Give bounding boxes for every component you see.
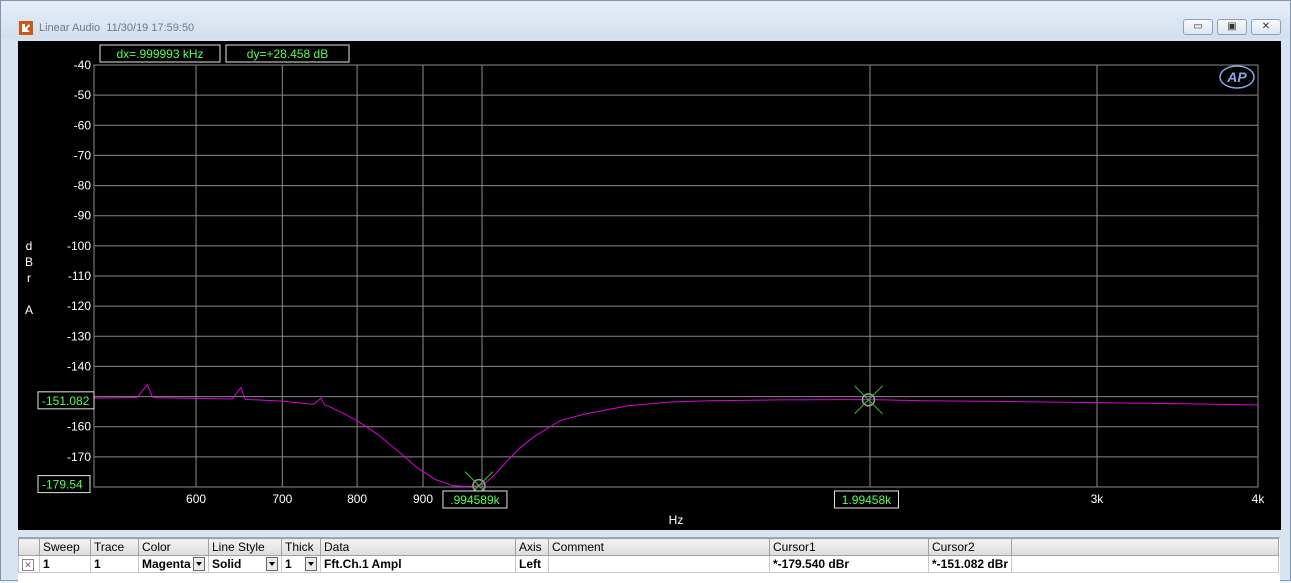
grid-lines bbox=[93, 64, 1259, 488]
cell-thick[interactable]: 1 bbox=[281, 555, 321, 573]
col-header-thick[interactable]: Thick bbox=[281, 538, 321, 556]
cursor2-y-readout: -151.082 bbox=[42, 394, 90, 408]
cell-comment[interactable] bbox=[548, 555, 770, 573]
app-logo-icon bbox=[19, 21, 33, 35]
y-tick-label: -160 bbox=[67, 420, 91, 434]
table-header-row: Sweep Trace Color Line Style Thick Data … bbox=[18, 538, 1280, 556]
ap-logo-text: AP bbox=[1226, 69, 1247, 85]
window-title: Linear Audio 11/30/19 17:59:50 bbox=[39, 22, 194, 34]
line-style-dropdown-icon[interactable] bbox=[266, 557, 278, 571]
col-header-sweep[interactable]: Sweep bbox=[39, 538, 91, 556]
x-tick-label: 800 bbox=[347, 492, 367, 506]
y-tick-label: -90 bbox=[74, 209, 92, 223]
col-header-axis[interactable]: Axis bbox=[515, 538, 549, 556]
x-tick-label: 600 bbox=[186, 492, 206, 506]
y-tick-label: -100 bbox=[67, 239, 91, 253]
trace-line bbox=[93, 383, 1259, 487]
color-dropdown-icon[interactable] bbox=[193, 557, 205, 571]
cell-cursor1[interactable]: *-179.540 dBr bbox=[769, 555, 929, 573]
trace-table-grid: Sweep Trace Color Line Style Thick Data … bbox=[18, 538, 1280, 573]
row-checkbox[interactable]: ✕ bbox=[18, 555, 40, 573]
axis-titles: Hz dBr A bbox=[25, 239, 683, 527]
dx-readout: dx=.999993 kHz bbox=[116, 47, 203, 61]
col-header-trace[interactable]: Trace bbox=[90, 538, 139, 556]
thick-dropdown-icon[interactable] bbox=[305, 557, 317, 571]
cursor2-x-readout: 1.99458k bbox=[842, 493, 892, 507]
cell-line-style-value: Solid bbox=[212, 557, 242, 571]
close-button[interactable]: ✕ bbox=[1251, 19, 1281, 35]
col-header-comment[interactable]: Comment bbox=[548, 538, 770, 556]
cursor1-y-readout: -179.54 bbox=[42, 478, 83, 492]
window-timestamp: 11/30/19 17:59:50 bbox=[106, 22, 195, 34]
y-tick-label: -110 bbox=[68, 269, 91, 283]
cell-color-value: Magenta bbox=[142, 557, 191, 571]
x-tick-label: 4k bbox=[1252, 492, 1266, 506]
col-header-line-style[interactable]: Line Style bbox=[208, 538, 282, 556]
y-tick-label: -140 bbox=[67, 359, 91, 373]
y-axis-title-char: B bbox=[25, 255, 33, 269]
cell-sweep[interactable]: 1 bbox=[39, 555, 91, 573]
y-tick-label: -120 bbox=[67, 299, 91, 313]
graph-panel[interactable]: -40 -50 -60 -70 -80 -90 -100 -110 -120 -130 -140 -1… bbox=[18, 41, 1281, 530]
y-axis-title-char: A bbox=[25, 303, 33, 317]
table-row[interactable]: ✕ 1 1 Magenta Solid 1 Fft.Ch.1 Ampl Left… bbox=[18, 555, 1280, 573]
x-tick-labels: 600 700 800 900 3k 4k bbox=[186, 492, 1265, 506]
title-bar[interactable]: Linear Audio 11/30/19 17:59:50 ▭ ▣ ✕ bbox=[1, 1, 1290, 39]
y-tick-label: -170 bbox=[67, 450, 91, 464]
minimize-button[interactable]: ▭ bbox=[1183, 19, 1213, 35]
cell-cursor2[interactable]: *-151.082 dBr bbox=[927, 555, 1013, 573]
maximize-button[interactable]: ▣ bbox=[1217, 19, 1247, 35]
y-axis-title-char: d bbox=[26, 239, 33, 253]
row-selector-header bbox=[18, 538, 40, 556]
trace-table[interactable]: Sweep Trace Color Line Style Thick Data … bbox=[18, 537, 1280, 583]
app-window: Linear Audio 11/30/19 17:59:50 ▭ ▣ ✕ -40… bbox=[0, 0, 1291, 583]
cell-axis[interactable]: Left bbox=[515, 555, 549, 573]
cell-line-style[interactable]: Solid bbox=[208, 555, 282, 573]
cell-empty bbox=[1011, 555, 1280, 573]
dy-readout: dy=+28.458 dB bbox=[247, 47, 328, 61]
y-tick-label: -60 bbox=[74, 118, 92, 132]
col-header-empty bbox=[1011, 538, 1280, 556]
cell-data[interactable]: Fft.Ch.1 Ampl bbox=[320, 555, 516, 573]
ap-logo: AP bbox=[1219, 65, 1255, 89]
col-header-data[interactable]: Data bbox=[320, 538, 516, 556]
col-header-cursor1[interactable]: Cursor1 bbox=[769, 538, 929, 556]
col-header-cursor2[interactable]: Cursor2 bbox=[927, 538, 1013, 556]
close-icon: ✕ bbox=[1261, 21, 1271, 32]
y-tick-labels: -40 -50 -60 -70 -80 -90 -100 -110 -120 -130 -140 -1… bbox=[67, 58, 91, 494]
maximize-icon: ▣ bbox=[1227, 21, 1237, 32]
x-tick-label: 700 bbox=[272, 492, 292, 506]
y-tick-label: -50 bbox=[74, 88, 92, 102]
y-tick-label: -70 bbox=[74, 148, 92, 162]
minimize-icon: ▭ bbox=[1193, 21, 1203, 32]
fft-graph[interactable]: -40 -50 -60 -70 -80 -90 -100 -110 -120 -130 -140 -1… bbox=[18, 41, 1281, 530]
x-tick-label: 900 bbox=[413, 492, 433, 506]
y-axis-title-char: r bbox=[27, 271, 31, 285]
window-title-label: Linear Audio bbox=[39, 22, 101, 34]
y-tick-label: -80 bbox=[74, 179, 92, 193]
x-tick-label: 3k bbox=[1091, 492, 1105, 506]
cursors[interactable] bbox=[464, 385, 883, 500]
x-axis-title: Hz bbox=[669, 513, 684, 527]
cursor1-x-readout: .994589k bbox=[450, 493, 500, 507]
col-header-color[interactable]: Color bbox=[138, 538, 209, 556]
cell-color[interactable]: Magenta bbox=[138, 555, 209, 573]
cell-thick-value: 1 bbox=[285, 557, 292, 571]
y-tick-label: -130 bbox=[67, 329, 91, 343]
checkbox-x-icon: ✕ bbox=[22, 559, 34, 571]
cell-trace[interactable]: 1 bbox=[90, 555, 139, 573]
y-tick-label: -40 bbox=[74, 58, 92, 72]
